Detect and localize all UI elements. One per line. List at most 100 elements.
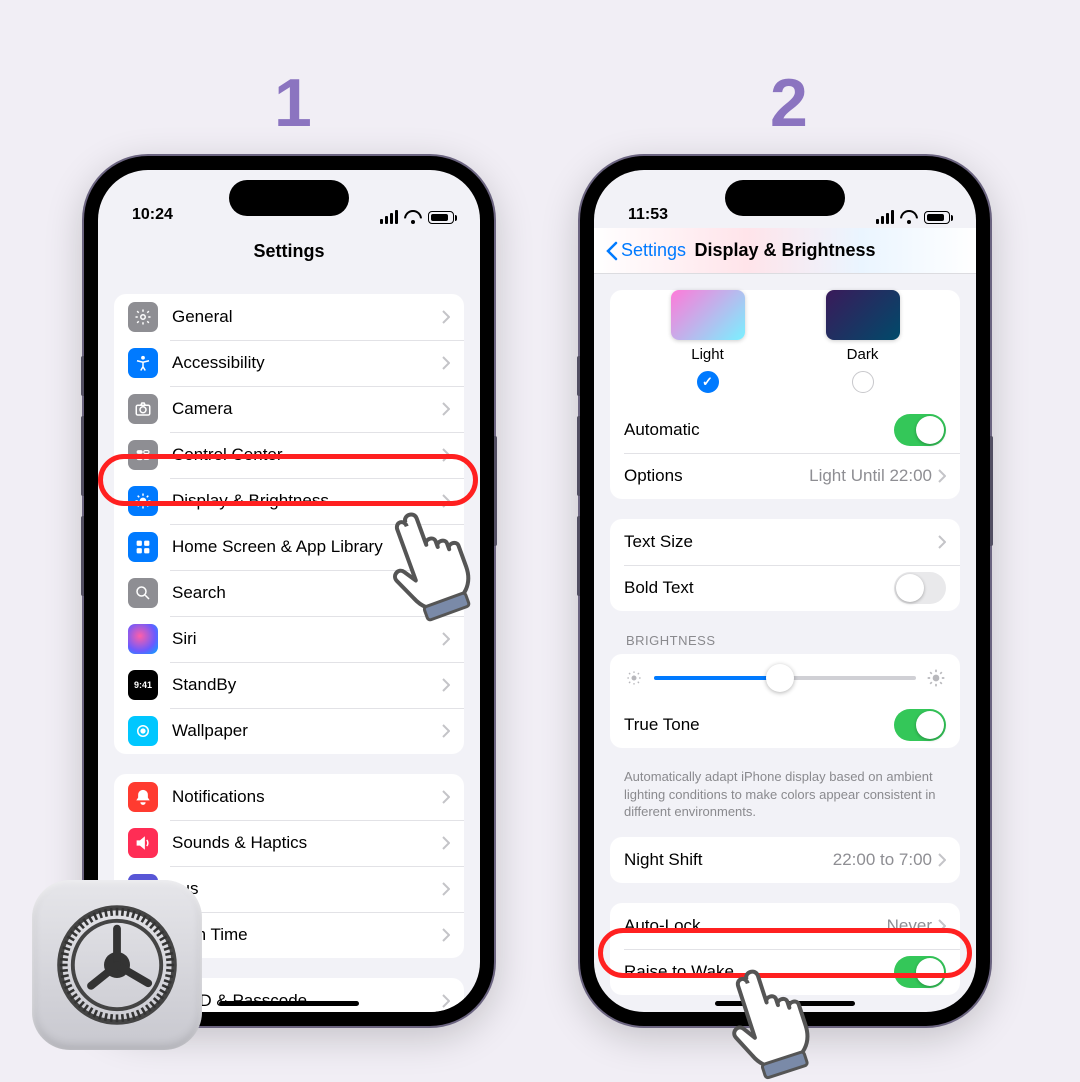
row-value: 22:00 to 7:00: [833, 850, 932, 870]
hand-pointer-icon: [716, 942, 836, 1082]
brightness-icon: [128, 486, 158, 516]
row-label: Notifications: [172, 787, 442, 807]
hand-pointer-icon: [376, 484, 496, 624]
chevron-right-icon: [938, 535, 946, 549]
chevron-right-icon: [442, 448, 450, 462]
gear-icon: [128, 302, 158, 332]
battery-icon: [428, 211, 454, 224]
row-general[interactable]: General: [114, 294, 464, 340]
brightness-header: BRIGHTNESS: [626, 633, 944, 648]
appearance-light[interactable]: Light: [671, 290, 745, 393]
status-time: 10:24: [132, 206, 173, 224]
phone-step-2: 11:53 Settings Display & Brightness Ligh…: [580, 156, 990, 1026]
nav-bar: Settings Display & Brightness: [594, 228, 976, 274]
chevron-right-icon: [442, 632, 450, 646]
brightness-slider[interactable]: [610, 654, 960, 702]
siri-icon: [128, 624, 158, 654]
chevron-right-icon: [938, 853, 946, 867]
light-label: Light: [671, 346, 745, 363]
sun-large-icon: [926, 668, 946, 688]
wallpaper-icon: [128, 716, 158, 746]
appearance-dark[interactable]: Dark: [826, 290, 900, 393]
wifi-icon: [404, 210, 422, 224]
row-control-center[interactable]: Control Center: [114, 432, 464, 478]
true-tone-switch[interactable]: [894, 709, 946, 741]
home-indicator[interactable]: [219, 1001, 359, 1006]
light-radio[interactable]: [697, 371, 719, 393]
back-button[interactable]: Settings: [606, 228, 686, 273]
row-label: True Tone: [624, 715, 894, 735]
light-thumbnail: [671, 290, 745, 340]
standby-icon: 9:41: [128, 670, 158, 700]
row-label: Text Size: [624, 532, 938, 552]
row-sounds-haptics[interactable]: Sounds & Haptics: [114, 820, 464, 866]
row-value: Light Until 22:00: [809, 466, 932, 486]
chevron-right-icon: [442, 310, 450, 324]
row-accessibility[interactable]: Accessibility: [114, 340, 464, 386]
row-label: Accessibility: [172, 353, 442, 373]
row-bold-text[interactable]: Bold Text: [610, 565, 960, 611]
row-true-tone[interactable]: True Tone: [610, 702, 960, 748]
chevron-right-icon: [442, 678, 450, 692]
chevron-right-icon: [442, 356, 450, 370]
row-label: StandBy: [172, 675, 442, 695]
status-time: 11:53: [628, 206, 668, 224]
row-label: Auto-Lock: [624, 916, 887, 936]
true-tone-note: Automatically adapt iPhone display based…: [624, 768, 946, 821]
settings-app-icon: [32, 880, 202, 1050]
row-notifications[interactable]: Notifications: [114, 774, 464, 820]
row-label: reen Time: [172, 925, 442, 945]
chevron-right-icon: [442, 928, 450, 942]
accessibility-icon: [128, 348, 158, 378]
row-camera[interactable]: Camera: [114, 386, 464, 432]
chevron-right-icon: [442, 882, 450, 896]
row-label: Options: [624, 466, 809, 486]
row-standby[interactable]: 9:41 StandBy: [114, 662, 464, 708]
control-center-icon: [128, 440, 158, 470]
back-label: Settings: [621, 240, 686, 261]
notifications-icon: [128, 782, 158, 812]
cellular-icon: [380, 210, 398, 224]
row-label: Automatic: [624, 420, 894, 440]
row-value: Never: [887, 916, 932, 936]
step-2-label: 2: [770, 64, 808, 142]
row-options[interactable]: Options Light Until 22:00: [610, 453, 960, 499]
bold-text-switch[interactable]: [894, 572, 946, 604]
row-label: Night Shift: [624, 850, 833, 870]
row-wallpaper[interactable]: Wallpaper: [114, 708, 464, 754]
cellular-icon: [876, 210, 894, 224]
chevron-right-icon: [442, 836, 450, 850]
raise-wake-switch[interactable]: [894, 956, 946, 988]
chevron-right-icon: [938, 919, 946, 933]
wifi-icon: [900, 210, 918, 224]
sun-small-icon: [624, 668, 644, 688]
row-label: Bold Text: [624, 578, 894, 598]
row-label: Siri: [172, 629, 442, 649]
title-text: Settings: [253, 241, 324, 262]
row-label: Camera: [172, 399, 442, 419]
chevron-right-icon: [442, 790, 450, 804]
row-label: Control Center: [172, 445, 442, 465]
row-automatic[interactable]: Automatic: [610, 407, 960, 453]
row-text-size[interactable]: Text Size: [610, 519, 960, 565]
chevron-right-icon: [442, 724, 450, 738]
dynamic-island: [725, 180, 845, 216]
chevron-right-icon: [938, 469, 946, 483]
row-night-shift[interactable]: Night Shift 22:00 to 7:00: [610, 837, 960, 883]
row-label: Wallpaper: [172, 721, 442, 741]
dark-label: Dark: [826, 346, 900, 363]
search-icon: [128, 578, 158, 608]
row-label: cus: [172, 879, 442, 899]
dark-thumbnail: [826, 290, 900, 340]
page-title: Display & Brightness: [694, 240, 875, 261]
battery-icon: [924, 211, 950, 224]
appearance-picker: Light Dark: [610, 290, 960, 407]
automatic-switch[interactable]: [894, 414, 946, 446]
sounds-icon: [128, 828, 158, 858]
dark-radio[interactable]: [852, 371, 874, 393]
dynamic-island: [229, 180, 349, 216]
row-label: General: [172, 307, 442, 327]
home-screen-icon: [128, 532, 158, 562]
chevron-right-icon: [442, 994, 450, 1008]
camera-icon: [128, 394, 158, 424]
